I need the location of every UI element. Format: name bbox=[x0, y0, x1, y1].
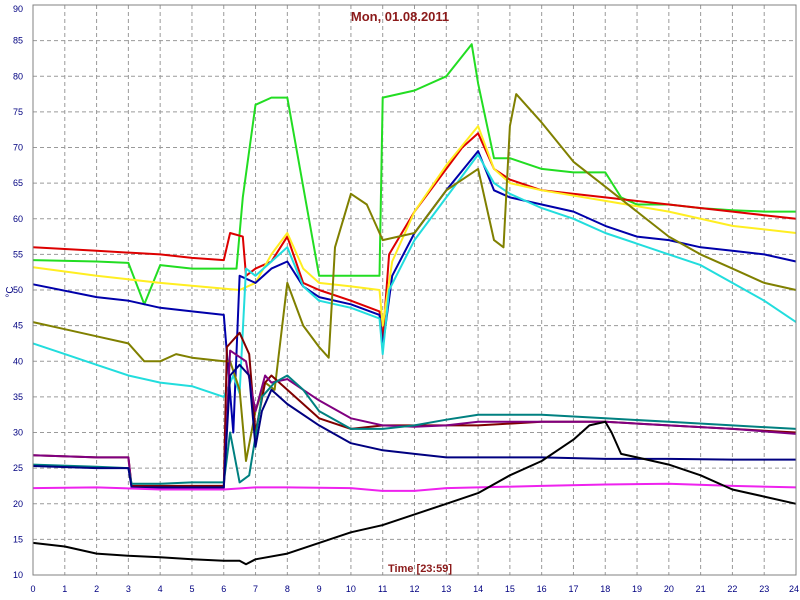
y-tick-label: 10 bbox=[13, 570, 23, 580]
x-tick-label: 11 bbox=[378, 584, 387, 594]
x-tick-label: 21 bbox=[696, 584, 706, 594]
y-tick-label: 30 bbox=[13, 428, 23, 438]
y-tick-label: 15 bbox=[13, 534, 23, 544]
y-tick-label: 70 bbox=[13, 143, 23, 153]
y-tick-label: 25 bbox=[13, 463, 23, 473]
x-tick-label: 7 bbox=[253, 584, 258, 594]
x-tick-label: 18 bbox=[600, 584, 610, 594]
line-chart: 0 1 2 3 4 5 6 7 8 9 10 11 12 13 14 15 16 17 18 19 20 21 22 23 24… bbox=[0, 0, 800, 600]
x-tick-label: 15 bbox=[505, 584, 515, 594]
x-tick-label: 17 bbox=[568, 584, 578, 594]
y-tick-label: 85 bbox=[13, 36, 23, 46]
chart-title: Mon, 01.08.2011 bbox=[351, 9, 449, 24]
y-tick-label: 55 bbox=[13, 249, 23, 259]
x-tick-label: 2 bbox=[94, 584, 99, 594]
y-tick-label: 45 bbox=[13, 321, 23, 331]
x-tick-label: 5 bbox=[189, 584, 194, 594]
x-tick-label: 24 bbox=[789, 584, 799, 594]
x-tick-label: 12 bbox=[409, 584, 419, 594]
x-tick-label: 3 bbox=[126, 584, 131, 594]
x-tick-label: 23 bbox=[759, 584, 769, 594]
x-tick-label: 6 bbox=[221, 584, 226, 594]
y-tick-label: 40 bbox=[13, 356, 23, 366]
y-tick-label: 80 bbox=[13, 71, 23, 81]
x-tick-label: 22 bbox=[727, 584, 737, 594]
x-tick-label: 19 bbox=[632, 584, 642, 594]
y-tick-label: 75 bbox=[13, 107, 23, 117]
x-tick-label: 8 bbox=[285, 584, 290, 594]
x-tick-label: 13 bbox=[441, 584, 451, 594]
x-tick-label: 0 bbox=[30, 584, 35, 594]
y-tick-label: 90 bbox=[13, 4, 23, 14]
y-tick-label: 65 bbox=[13, 178, 23, 188]
x-tick-label: 9 bbox=[317, 584, 322, 594]
y-tick-label: 35 bbox=[13, 392, 23, 402]
x-tick-label: 16 bbox=[537, 584, 547, 594]
x-tick-label: 20 bbox=[664, 584, 674, 594]
x-axis-label: Time [23:59] bbox=[388, 563, 452, 575]
x-tick-label: 1 bbox=[62, 584, 67, 594]
x-tick-label: 14 bbox=[473, 584, 483, 594]
x-tick-label: 10 bbox=[346, 584, 356, 594]
y-axis-label: °C bbox=[5, 286, 16, 297]
x-tick-label: 4 bbox=[158, 584, 163, 594]
y-tick-label: 20 bbox=[13, 499, 23, 509]
y-tick-label: 60 bbox=[13, 214, 23, 224]
